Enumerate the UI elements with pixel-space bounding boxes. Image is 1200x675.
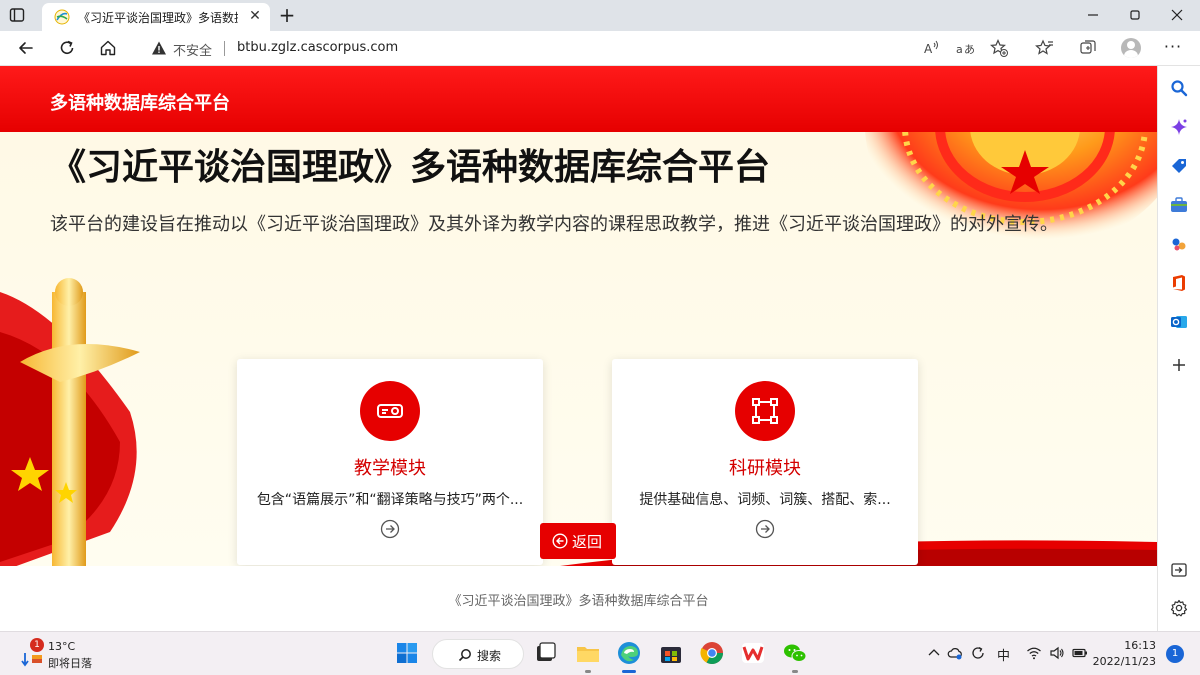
collections-icon[interactable] <box>1078 38 1098 58</box>
browser-tab-active[interactable]: 《习近平谈治国理政》多语数据 ✕ <box>42 3 270 31</box>
card-icon-circle <box>360 381 420 441</box>
refresh-tray-icon[interactable] <box>970 645 986 661</box>
back-arrow-icon[interactable] <box>16 38 36 58</box>
svg-text:a: a <box>956 43 963 56</box>
warning-icon[interactable] <box>151 40 167 56</box>
edge-browser-icon[interactable] <box>616 640 642 666</box>
site-header: 多语种数据库综合平台 <box>0 66 1157 132</box>
browser-tab-bar: 《习近平谈治国理政》多语数据 ✕ + <box>0 0 1200 31</box>
card-description: 提供基础信息、词频、词簇、搭配、索... <box>639 492 891 508</box>
read-aloud-icon[interactable]: A <box>922 38 942 58</box>
app-active-indicator <box>622 670 636 673</box>
cloud-sync-icon[interactable] <box>947 645 963 661</box>
windows-taskbar: 1 13°C 即将日落 搜索 中 16:13 2022/11/23 1 <box>0 631 1200 675</box>
refresh-icon[interactable] <box>57 38 77 58</box>
shopping-tag-icon[interactable] <box>1169 156 1189 176</box>
favorites-icon[interactable] <box>1035 38 1055 58</box>
chevron-up-icon[interactable] <box>926 645 942 661</box>
input-method-indicator[interactable]: 中 <box>997 645 1010 664</box>
url-text[interactable]: btbu.zglz.cascorpus.com <box>237 40 398 55</box>
maximize-icon[interactable] <box>1125 5 1145 25</box>
taskbar-search[interactable]: 搜索 <box>432 639 524 669</box>
security-status[interactable]: 不安全 <box>173 40 212 59</box>
wechat-icon[interactable] <box>782 640 808 666</box>
arrow-right-circle-icon[interactable] <box>380 519 400 539</box>
close-window-icon[interactable] <box>1167 5 1187 25</box>
toolbox-icon[interactable] <box>1169 195 1189 215</box>
card-teaching-module[interactable]: 教学模块 包含“语篇展示”和“翻译策略与技巧”两个... <box>237 359 543 565</box>
card-research-module[interactable]: 科研模块 提供基础信息、词频、词簇、搭配、索... <box>612 359 918 565</box>
card-title[interactable]: 教学模块 <box>237 454 543 480</box>
projector-icon <box>377 404 403 418</box>
search-icon[interactable] <box>1169 78 1189 98</box>
arrow-left-circle-icon <box>552 533 568 549</box>
web-page: 多语种数据库综合平台 《习近平谈治国理政》多语种数据库综合平台 该平台的建设旨在… <box>0 66 1157 631</box>
svg-text:A: A <box>924 42 933 56</box>
games-icon[interactable] <box>1169 234 1189 254</box>
page-description: 该平台的建设旨在推动以《习近平谈治国理政》及其外译为教学内容的课程思政教学，推进… <box>50 214 1058 235</box>
office-icon[interactable] <box>1169 273 1189 293</box>
chrome-icon[interactable] <box>699 640 725 666</box>
weather-description[interactable]: 即将日落 <box>48 655 92 671</box>
file-explorer-icon[interactable] <box>575 640 601 666</box>
edge-sidebar <box>1157 66 1200 631</box>
site-favicon-icon <box>54 9 70 25</box>
add-favorite-icon[interactable] <box>989 38 1009 58</box>
wifi-icon[interactable] <box>1026 645 1042 661</box>
new-tab-icon[interactable]: + <box>276 4 298 26</box>
tab-title: 《习近平谈治国理政》多语数据 <box>78 11 238 25</box>
pillar-decoration-icon <box>0 278 140 566</box>
sparkle-icon[interactable] <box>1169 117 1189 137</box>
address-bar: 不安全 btbu.zglz.cascorpus.com A a あ ··· <box>0 31 1200 66</box>
notification-badge[interactable]: 1 <box>1166 645 1184 663</box>
settings-gear-icon[interactable] <box>1169 598 1189 618</box>
close-tab-icon[interactable]: ✕ <box>246 7 264 25</box>
hide-sidebar-icon[interactable] <box>1169 560 1189 580</box>
windows-start-icon[interactable] <box>394 640 420 666</box>
clock-date[interactable]: 2022/11/23 <box>1092 655 1156 668</box>
svg-text:あ: あ <box>964 43 975 56</box>
translate-icon[interactable]: a あ <box>955 38 975 58</box>
app-running-indicator <box>792 670 798 673</box>
nodes-icon <box>752 398 778 424</box>
minimize-icon[interactable] <box>1083 5 1103 25</box>
site-name[interactable]: 多语种数据库综合平台 <box>50 89 230 115</box>
app-running-indicator <box>585 670 591 673</box>
home-icon[interactable] <box>98 38 118 58</box>
store-icon[interactable] <box>658 640 684 666</box>
page-title: 《习近平谈治国理政》多语种数据库综合平台 <box>50 147 771 188</box>
tab-actions-icon[interactable] <box>9 7 25 23</box>
battery-icon[interactable] <box>1072 645 1088 661</box>
add-icon[interactable] <box>1169 355 1189 375</box>
clock-time[interactable]: 16:13 <box>1100 639 1156 652</box>
wps-office-icon[interactable] <box>740 640 766 666</box>
card-icon-circle <box>735 381 795 441</box>
hero-banner: 《习近平谈治国理政》多语种数据库综合平台 该平台的建设旨在推动以《习近平谈治国理… <box>0 132 1157 566</box>
arrow-right-circle-icon[interactable] <box>755 519 775 539</box>
temperature[interactable]: 13°C <box>48 640 75 653</box>
more-options-icon[interactable]: ··· <box>1163 38 1183 58</box>
profile-avatar[interactable] <box>1121 38 1141 58</box>
address-separator <box>224 41 225 56</box>
task-view-icon[interactable] <box>533 640 559 666</box>
search-icon <box>458 649 471 662</box>
back-button-label: 返回 <box>572 533 603 551</box>
footer-text: 《习近平谈治国理政》多语种数据库综合平台 <box>448 594 709 609</box>
volume-icon[interactable] <box>1049 645 1065 661</box>
weather-badge: 1 <box>30 638 44 652</box>
card-description: 包含“语篇展示”和“翻译策略与技巧”两个... <box>256 492 524 508</box>
search-label: 搜索 <box>477 649 502 663</box>
card-title[interactable]: 科研模块 <box>612 454 918 480</box>
outlook-icon[interactable] <box>1169 312 1189 332</box>
back-button[interactable]: 返回 <box>540 523 616 559</box>
